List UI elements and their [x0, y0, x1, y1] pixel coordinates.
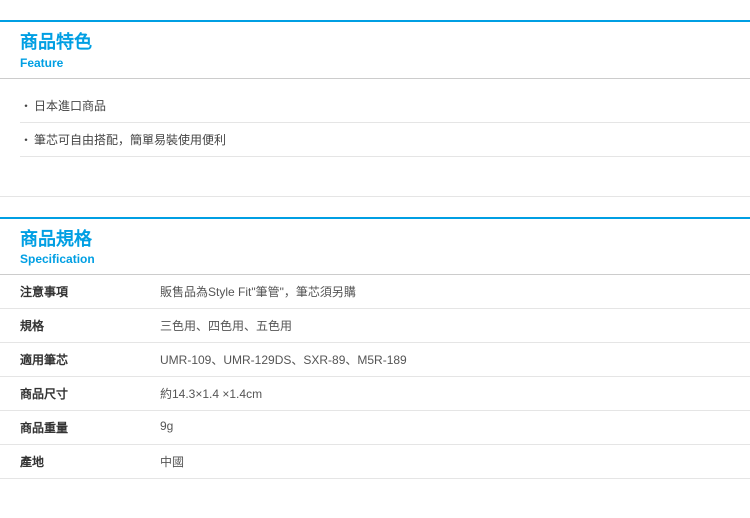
spec-value: 三色用、四色用、五色用 [160, 309, 750, 343]
spec-label: 適用筆芯 [0, 343, 160, 377]
spec-value: UMR-109、UMR-129DS、SXR-89、M5R-189 [160, 343, 750, 377]
spec-row: 商品尺寸 約14.3×1.4 ×1.4cm [0, 377, 750, 411]
spec-row: 適用筆芯 UMR-109、UMR-129DS、SXR-89、M5R-189 [0, 343, 750, 377]
feature-section: 商品特色 Feature 日本進口商品 筆芯可自由搭配，簡單易裝使用便利 [0, 20, 750, 197]
feature-item: 筆芯可自由搭配，簡單易裝使用便利 [20, 123, 750, 157]
section-gap [0, 157, 750, 197]
spec-row: 產地 中國 [0, 445, 750, 479]
spec-label: 產地 [0, 445, 160, 479]
feature-list: 日本進口商品 筆芯可自由搭配，簡單易裝使用便利 [0, 79, 750, 157]
spec-label: 規格 [0, 309, 160, 343]
spec-label: 商品重量 [0, 411, 160, 445]
spec-row: 注意事項 販售品為Style Fit"筆管"，筆芯須另購 [0, 275, 750, 309]
feature-header: 商品特色 Feature [0, 20, 750, 79]
spec-title-en: Specification [20, 252, 750, 266]
spec-header: 商品規格 Specification [0, 217, 750, 276]
spec-value: 9g [160, 411, 750, 445]
spec-value: 中國 [160, 445, 750, 479]
spec-title-zh: 商品規格 [20, 229, 750, 251]
spec-label: 注意事項 [0, 275, 160, 309]
spec-value: 約14.3×1.4 ×1.4cm [160, 377, 750, 411]
spec-section: 商品規格 Specification 注意事項 販售品為Style Fit"筆管… [0, 217, 750, 480]
spec-table: 注意事項 販售品為Style Fit"筆管"，筆芯須另購 規格 三色用、四色用、… [0, 275, 750, 479]
spec-row: 商品重量 9g [0, 411, 750, 445]
spec-row: 規格 三色用、四色用、五色用 [0, 309, 750, 343]
feature-title-zh: 商品特色 [20, 32, 750, 54]
feature-item: 日本進口商品 [20, 89, 750, 123]
spec-value: 販售品為Style Fit"筆管"，筆芯須另購 [160, 275, 750, 309]
feature-title-en: Feature [20, 56, 750, 70]
spec-label: 商品尺寸 [0, 377, 160, 411]
